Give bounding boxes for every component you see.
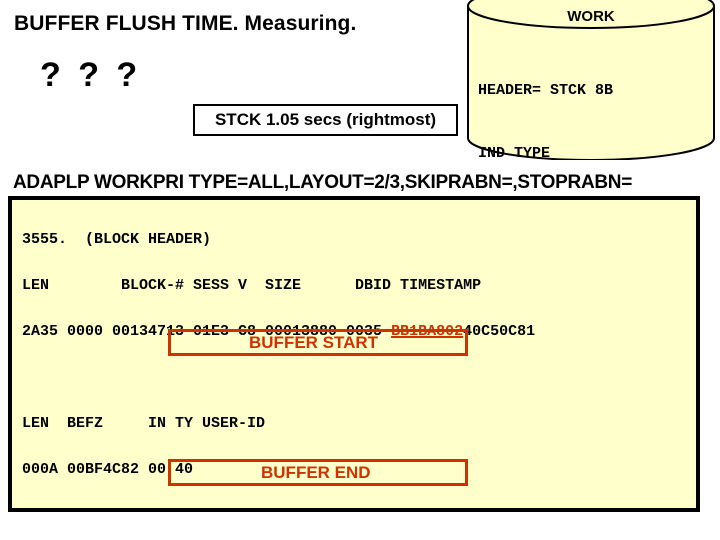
work-cylinder-title: WORK: [567, 8, 615, 25]
block-header-line: 3555. (BLOCK HEADER): [22, 231, 212, 248]
buffer-end-annotation-box: BUFFER END: [168, 459, 468, 486]
question-marks-label: ? ? ?: [40, 56, 142, 94]
detail-row: 000A 00000000 00 02: [22, 504, 535, 508]
buffer-start-annotation-box: BUFFER START: [168, 329, 468, 356]
work-line: IND TYPE: [478, 145, 551, 162]
page-title: BUFFER FLUSH TIME. Measuring.: [14, 12, 357, 35]
slide-canvas: BUFFER FLUSH TIME. Measuring. ? ? ? STCK…: [0, 0, 720, 540]
stck-callout-box: STCK 1.05 secs (rightmost): [193, 104, 458, 136]
adaplp-command-line: ADAPLP WORKPRI TYPE=ALL,LAYOUT=2/3,SKIPR…: [13, 172, 633, 193]
work-line: HEADER= STCK 8B: [478, 82, 614, 99]
buffer-end-label: BUFFER END: [261, 462, 371, 482]
stck-callout-label: STCK 1.05 secs (rightmost): [214, 110, 437, 129]
sub-columns-line: LEN BEFZ IN TY USER-ID: [22, 415, 266, 432]
buffer-start-label: BUFFER START: [249, 332, 379, 352]
timestamp-rest: 40C50C81: [463, 323, 536, 340]
work-cylinder: WORK HEADER= STCK 8B IND TYPE 00 02 BFL …: [466, 0, 716, 288]
block-columns-line: LEN BLOCK-# SESS V SIZE DBID TIMESTAMP: [22, 277, 482, 294]
